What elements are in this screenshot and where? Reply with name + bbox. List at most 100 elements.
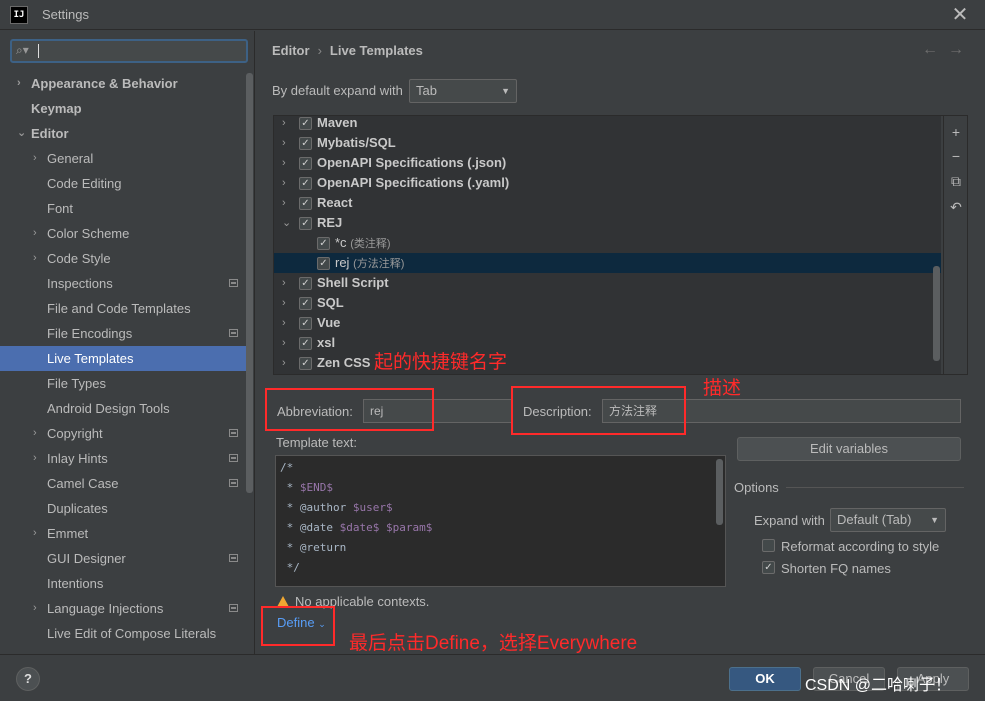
chevron-right-icon[interactable]: ›	[282, 193, 286, 213]
sidebar-item[interactable]: › General	[0, 146, 253, 171]
annotation-define-hint: 最后点击Define，选择Everywhere	[349, 633, 638, 654]
template-variable: $user$	[352, 501, 393, 514]
template-item[interactable]: ✓ rej (方法注释)	[274, 253, 941, 273]
template-group[interactable]: › ✓ OpenAPI Specifications (.json)	[274, 153, 941, 173]
template-group[interactable]: › ✓ OpenAPI Specifications (.yaml)	[274, 173, 941, 193]
template-text-editor[interactable]: /* * $END$ * @author $user$ * @date $dat…	[275, 455, 726, 587]
sidebar-item[interactable]: File Encodings	[0, 321, 253, 346]
template-checkbox[interactable]: ✓	[317, 237, 330, 250]
template-group[interactable]: › ✓ Mybatis/SQL	[274, 133, 941, 153]
chevron-right-icon[interactable]: ›	[282, 293, 286, 313]
template-group[interactable]: › ✓ Maven	[274, 116, 941, 133]
sidebar-item[interactable]: Font	[0, 196, 253, 221]
template-checkbox[interactable]: ✓	[299, 297, 312, 310]
editor-scrollbar[interactable]	[716, 459, 723, 525]
template-label: Mybatis/SQL	[317, 133, 396, 153]
sidebar-scrollbar[interactable]	[246, 73, 253, 493]
sidebar-item[interactable]: Intentions	[0, 571, 253, 596]
sidebar-item[interactable]: Inspections	[0, 271, 253, 296]
sidebar-item-label: Language Injections	[47, 601, 164, 616]
forward-arrow-icon[interactable]: →	[948, 41, 974, 58]
template-checkbox[interactable]: ✓	[299, 277, 312, 290]
chevron-right-icon[interactable]: ›	[282, 353, 286, 373]
sidebar-item[interactable]: Live Edit of Compose Literals	[0, 621, 253, 646]
template-group[interactable]: ⌄ ✓ REJ	[274, 213, 941, 233]
add-icon[interactable]: +	[948, 124, 964, 140]
chevron-right-icon[interactable]: ›	[282, 173, 286, 193]
sidebar-item[interactable]: › Copyright	[0, 421, 253, 446]
template-checkbox[interactable]: ✓	[299, 197, 312, 210]
back-arrow-icon[interactable]: ←	[922, 41, 948, 58]
sidebar-item[interactable]: Code Editing	[0, 171, 253, 196]
shorten-fq-label[interactable]: Shorten FQ names	[781, 561, 891, 576]
sidebar-item[interactable]: › Emmet	[0, 521, 253, 546]
template-item[interactable]: ✓ *c (类注释)	[274, 233, 941, 253]
template-group[interactable]: › ✓ React	[274, 193, 941, 213]
template-list-scrollbar[interactable]	[933, 266, 940, 361]
chevron-right-icon[interactable]: ›	[33, 221, 37, 246]
sidebar-item-label: Duplicates	[47, 501, 108, 516]
template-checkbox[interactable]: ✓	[299, 317, 312, 330]
template-checkbox[interactable]: ✓	[299, 137, 312, 150]
sidebar-item[interactable]: File Types	[0, 371, 253, 396]
breadcrumb-editor[interactable]: Editor	[272, 43, 310, 58]
template-description: (类注释)	[350, 238, 391, 250]
sidebar-item[interactable]: › Inlay Hints	[0, 446, 253, 471]
chevron-down-icon[interactable]: ⌄	[17, 121, 26, 146]
template-checkbox[interactable]: ✓	[317, 257, 330, 270]
template-group[interactable]: › ✓ Shell Script	[274, 273, 941, 293]
chevron-right-icon[interactable]: ›	[282, 333, 286, 353]
chevron-right-icon[interactable]: ›	[33, 421, 37, 446]
revert-icon[interactable]: ↶	[948, 199, 964, 215]
help-button[interactable]: ?	[16, 667, 40, 691]
code-line: */	[280, 558, 300, 578]
expand-with-select[interactable]: Tab ▼	[409, 79, 517, 103]
template-abbreviation: OpenAPI Specifications (.yaml)	[317, 175, 510, 190]
reformat-checkbox[interactable]	[762, 539, 775, 552]
chevron-right-icon[interactable]: ›	[282, 116, 286, 133]
edit-variables-button[interactable]: Edit variables	[737, 437, 961, 461]
sidebar-item-label: Camel Case	[47, 476, 119, 491]
sidebar-item[interactable]: Duplicates	[0, 496, 253, 521]
sidebar-item[interactable]: GUI Designer	[0, 546, 253, 571]
chevron-right-icon[interactable]: ›	[33, 521, 37, 546]
template-checkbox[interactable]: ✓	[299, 157, 312, 170]
chevron-right-icon[interactable]: ›	[282, 313, 286, 333]
sidebar-item-label: Inlay Hints	[47, 451, 108, 466]
shorten-fq-checkbox[interactable]: ✓	[762, 561, 775, 574]
template-checkbox[interactable]: ✓	[299, 217, 312, 230]
sidebar-item[interactable]: › Appearance & Behavior	[0, 71, 253, 96]
chevron-right-icon[interactable]: ›	[33, 596, 37, 621]
chevron-right-icon[interactable]: ›	[282, 273, 286, 293]
chevron-right-icon[interactable]: ›	[282, 133, 286, 153]
project-scope-icon	[229, 329, 238, 337]
sidebar-item[interactable]: › Color Scheme	[0, 221, 253, 246]
sidebar-item[interactable]: › Code Style	[0, 246, 253, 271]
template-group[interactable]: › ✓ SQL	[274, 293, 941, 313]
chevron-down-icon[interactable]: ⌄	[282, 213, 291, 233]
close-icon[interactable]: ✕	[948, 3, 972, 27]
sidebar-item[interactable]: File and Code Templates	[0, 296, 253, 321]
copy-icon[interactable]: ⧉	[948, 173, 964, 189]
template-checkbox[interactable]: ✓	[299, 357, 312, 370]
sidebar-item[interactable]: Live Templates	[0, 346, 253, 371]
chevron-right-icon[interactable]: ›	[17, 71, 21, 96]
chevron-right-icon[interactable]: ›	[33, 446, 37, 471]
template-group[interactable]: › ✓ Vue	[274, 313, 941, 333]
remove-icon[interactable]: −	[948, 148, 964, 164]
chevron-right-icon[interactable]: ›	[33, 146, 37, 171]
reformat-label[interactable]: Reformat according to style	[781, 539, 939, 554]
sidebar-item[interactable]: › Language Injections	[0, 596, 253, 621]
chevron-right-icon[interactable]: ›	[33, 246, 37, 271]
template-checkbox[interactable]: ✓	[299, 337, 312, 350]
search-input[interactable]: ⌕▾	[10, 39, 248, 63]
options-expand-select[interactable]: Default (Tab) ▼	[830, 508, 946, 532]
template-checkbox[interactable]: ✓	[299, 177, 312, 190]
sidebar-item[interactable]: Keymap	[0, 96, 253, 121]
sidebar-item[interactable]: Camel Case	[0, 471, 253, 496]
ok-button[interactable]: OK	[729, 667, 801, 691]
chevron-right-icon[interactable]: ›	[282, 153, 286, 173]
sidebar-item[interactable]: ⌄ Editor	[0, 121, 253, 146]
template-checkbox[interactable]: ✓	[299, 117, 312, 130]
sidebar-item[interactable]: Android Design Tools	[0, 396, 253, 421]
